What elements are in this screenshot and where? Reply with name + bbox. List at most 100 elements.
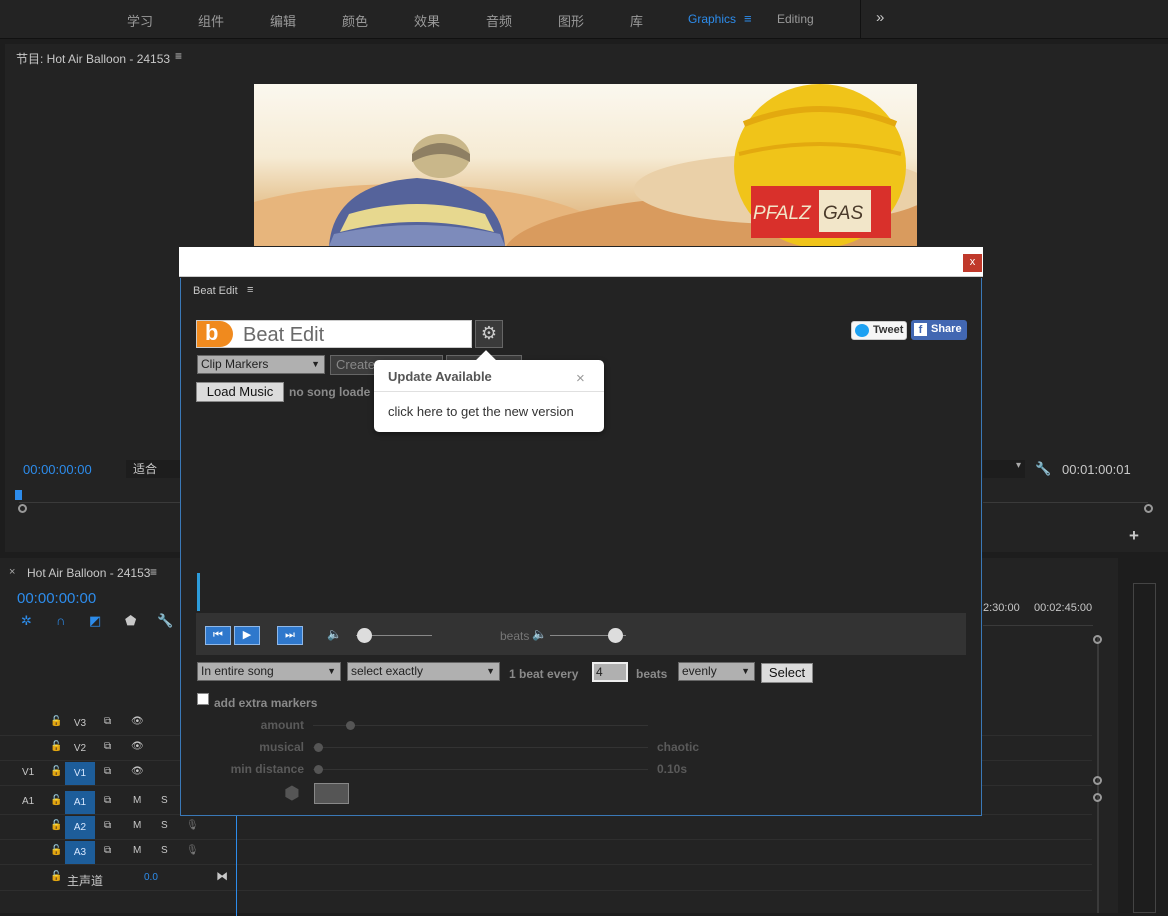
lock-icon[interactable]: 🔓 bbox=[50, 795, 62, 806]
workspace-libraries[interactable]: 库 bbox=[630, 11, 643, 30]
timeline-scroll-handle[interactable] bbox=[1093, 635, 1102, 644]
beats-volume-knob[interactable] bbox=[607, 628, 623, 643]
workspace-color[interactable]: 颜色 bbox=[342, 11, 368, 30]
musical-chaotic-slider-track[interactable] bbox=[313, 747, 648, 748]
solo-button[interactable]: S bbox=[161, 820, 168, 831]
monitor-time-ruler[interactable] bbox=[19, 495, 189, 503]
amount-slider-knob[interactable] bbox=[346, 721, 355, 730]
marker-mode-select[interactable]: Clip Markers ▼ bbox=[197, 355, 325, 374]
waveform-cursor[interactable] bbox=[197, 573, 200, 611]
source-patch[interactable]: V1 bbox=[22, 767, 34, 778]
music-volume-knob[interactable] bbox=[356, 628, 372, 643]
timeline-time-ruler[interactable] bbox=[983, 618, 1093, 626]
monitor-scroll-end-handle[interactable] bbox=[1144, 504, 1153, 513]
extra-markers-checkbox[interactable] bbox=[197, 693, 209, 705]
workspace-graphics-cn[interactable]: 图形 bbox=[558, 11, 584, 30]
solo-button[interactable]: S bbox=[161, 845, 168, 856]
facebook-share-button[interactable]: f Share bbox=[911, 320, 967, 340]
sync-lock-icon[interactable]: ⧉ bbox=[104, 845, 111, 856]
range-select[interactable]: In entire song ▼ bbox=[197, 662, 341, 681]
zoom-fit-select[interactable]: 适合 bbox=[126, 460, 186, 478]
distribution-select[interactable]: evenly ▼ bbox=[678, 662, 755, 681]
popover-close-icon[interactable]: × bbox=[576, 370, 585, 387]
lock-icon[interactable]: 🔓 bbox=[50, 716, 62, 727]
timeline-settings-wrench-icon[interactable]: 🔧 bbox=[157, 613, 173, 629]
skip-forward-button[interactable]: ⏭ bbox=[277, 626, 303, 645]
skip-back-button[interactable]: ⏮ bbox=[205, 626, 231, 645]
workspace-editing-cn[interactable]: 编辑 bbox=[270, 11, 296, 30]
lock-icon[interactable]: 🔓 bbox=[50, 741, 62, 752]
timeline-playhead-line[interactable] bbox=[236, 816, 237, 916]
workspace-learn[interactable]: 学习 bbox=[127, 11, 153, 30]
match-select[interactable]: select exactly ▼ bbox=[347, 662, 500, 681]
timeline-scroll-handle[interactable] bbox=[1093, 793, 1102, 802]
load-music-button[interactable]: Load Music bbox=[196, 382, 284, 402]
eye-icon[interactable]: 👁 bbox=[131, 766, 144, 777]
more-workspaces-icon[interactable]: » bbox=[876, 9, 884, 26]
mute-button[interactable]: M bbox=[133, 820, 141, 831]
workspace-effects[interactable]: 效果 bbox=[414, 11, 440, 30]
eye-icon[interactable]: 👁 bbox=[131, 741, 144, 752]
workspace-assembly[interactable]: 组件 bbox=[198, 11, 224, 30]
musical-chaotic-slider-knob[interactable] bbox=[314, 743, 323, 752]
add-marker-icon[interactable]: ⬟ bbox=[125, 613, 136, 629]
lock-icon[interactable]: 🔓 bbox=[50, 820, 62, 831]
mute-button[interactable]: M bbox=[133, 845, 141, 856]
go-to-end-icon[interactable]: ⧓ bbox=[216, 869, 228, 883]
wrench-settings-icon[interactable]: 🔧 bbox=[1035, 461, 1051, 477]
track-target-toggle[interactable]: A2 bbox=[65, 816, 95, 839]
track-target-toggle[interactable]: V2 bbox=[65, 737, 95, 760]
resolution-select[interactable]: ▾ bbox=[983, 460, 1025, 478]
microphone-icon[interactable]: 🎙 bbox=[186, 845, 199, 856]
timeline-menu-icon[interactable]: ≡ bbox=[150, 565, 157, 579]
settings-button[interactable]: ⚙ bbox=[475, 320, 503, 348]
nest-icon[interactable]: ✲ bbox=[21, 613, 32, 629]
sync-lock-icon[interactable]: ⧉ bbox=[104, 820, 111, 831]
track-target-toggle[interactable]: A1 bbox=[65, 791, 95, 814]
amount-slider-track[interactable] bbox=[313, 725, 648, 726]
source-patch[interactable]: A1 bbox=[22, 796, 34, 807]
workspace-editing[interactable]: Editing bbox=[777, 12, 814, 26]
tweet-button[interactable]: Tweet bbox=[851, 321, 907, 340]
master-volume-value[interactable]: 0.0 bbox=[144, 872, 158, 883]
mute-button[interactable]: M bbox=[133, 795, 141, 806]
track-target-toggle[interactable]: A3 bbox=[65, 841, 95, 864]
lock-icon[interactable]: 🔓 bbox=[50, 871, 62, 882]
panel-menu-icon[interactable]: ≡ bbox=[247, 284, 253, 296]
beat-count-input[interactable]: 4 bbox=[592, 662, 628, 682]
timeline-scroll-handle[interactable] bbox=[1093, 776, 1102, 785]
timeline-vertical-scrollbar[interactable] bbox=[1097, 635, 1099, 913]
select-button[interactable]: Select bbox=[761, 663, 813, 683]
min-distance-slider-knob[interactable] bbox=[314, 765, 323, 774]
monitor-time-ruler-right[interactable] bbox=[983, 495, 1148, 503]
monitor-scroll-start-handle[interactable] bbox=[18, 504, 27, 513]
sync-lock-icon[interactable]: ⧉ bbox=[104, 741, 111, 752]
lock-icon[interactable]: 🔓 bbox=[50, 845, 62, 856]
sync-lock-icon[interactable]: ⧉ bbox=[104, 716, 111, 727]
timeline-close-icon[interactable]: × bbox=[9, 566, 15, 578]
extension-window-header[interactable] bbox=[179, 247, 983, 277]
dice-randomize-icon[interactable]: ⬢ bbox=[284, 784, 302, 802]
sync-lock-icon[interactable]: ⧉ bbox=[104, 766, 111, 777]
linked-selection-icon[interactable]: ◩ bbox=[89, 613, 101, 629]
update-link[interactable]: click here to get the new version bbox=[388, 404, 574, 419]
microphone-icon[interactable]: 🎙 bbox=[186, 820, 199, 831]
program-current-timecode[interactable]: 00:00:00:00 bbox=[23, 462, 92, 477]
add-button-icon[interactable]: + bbox=[1129, 526, 1139, 546]
monitor-menu-icon[interactable]: ≡ bbox=[175, 49, 182, 63]
lock-icon[interactable]: 🔓 bbox=[50, 766, 62, 777]
timeline-sequence-title[interactable]: Hot Air Balloon - 24153 bbox=[27, 566, 150, 580]
modal-close-button[interactable]: x bbox=[963, 254, 982, 272]
eye-icon[interactable]: 👁 bbox=[131, 716, 144, 727]
track-target-toggle[interactable]: V3 bbox=[65, 712, 95, 735]
snap-magnet-icon[interactable]: ∩ bbox=[56, 613, 65, 628]
seed-input[interactable] bbox=[314, 783, 349, 804]
timeline-timecode[interactable]: 00:00:00:00 bbox=[17, 590, 96, 607]
update-available-popover[interactable]: Update Available × click here to get the… bbox=[374, 350, 604, 432]
min-distance-slider-track[interactable] bbox=[313, 769, 648, 770]
workspace-menu-icon[interactable]: ≡ bbox=[744, 11, 752, 26]
solo-button[interactable]: S bbox=[161, 795, 168, 806]
workspace-graphics[interactable]: Graphics bbox=[688, 12, 736, 26]
play-button[interactable]: ▶ bbox=[234, 626, 260, 645]
sync-lock-icon[interactable]: ⧉ bbox=[104, 795, 111, 806]
